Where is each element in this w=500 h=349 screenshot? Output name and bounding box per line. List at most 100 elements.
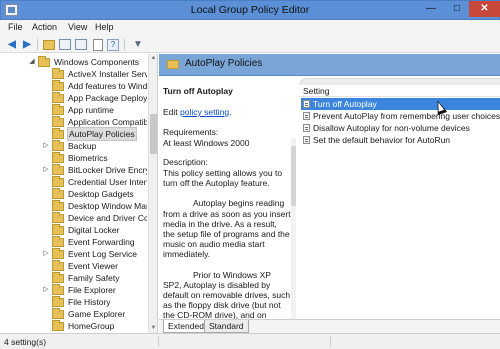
- tree-item[interactable]: Application Compatibi: [0, 116, 148, 128]
- folder-icon: [52, 188, 64, 199]
- help-icon[interactable]: ?: [107, 39, 119, 51]
- menu-file[interactable]: File: [8, 22, 23, 32]
- setting-row[interactable]: Prevent AutoPlay from remembering user c…: [301, 110, 500, 122]
- tree-item[interactable]: ▷ Event Log Service: [0, 248, 148, 260]
- scroll-down-icon[interactable]: ▼: [149, 324, 157, 333]
- tree-item-label: File History: [68, 297, 111, 307]
- menu-bar: File Action View Help: [0, 20, 500, 36]
- folder-icon: [52, 140, 64, 151]
- folder-icon: [52, 80, 64, 91]
- tree-item[interactable]: Event Forwarding: [0, 236, 148, 248]
- tree-item[interactable]: ▷ File Explorer: [0, 284, 148, 296]
- menu-action[interactable]: Action: [32, 22, 57, 32]
- expand-arrow-icon[interactable]: ▷: [42, 249, 50, 257]
- maximize-button[interactable]: □: [445, 1, 469, 17]
- description-paragraph: Prior to Windows XP SP2, Autoplay is dis…: [163, 269, 291, 319]
- edit-policy-row: Edit policy setting.: [163, 107, 232, 117]
- filter-icon[interactable]: ▼: [131, 38, 145, 51]
- tree-item-label: App Package Deployme: [68, 93, 147, 103]
- description-scroll-thumb[interactable]: [291, 146, 296, 206]
- expand-arrow-icon[interactable]: ▷: [42, 165, 50, 173]
- tree-scrollbar[interactable]: ▲ ▼: [148, 54, 157, 333]
- tree-item[interactable]: Game Explorer: [0, 308, 148, 320]
- tree-item[interactable]: ◢ Windows Components: [0, 56, 148, 68]
- expand-arrow-icon[interactable]: ▷: [42, 285, 50, 293]
- tree-item[interactable]: Family Safety: [0, 272, 148, 284]
- tree-item[interactable]: App runtime: [0, 104, 148, 116]
- description-paragraph: This policy setting allows you to turn o…: [163, 168, 283, 189]
- tree-item-label: AutoPlay Policies: [67, 127, 137, 141]
- tree-item[interactable]: AutoPlay Policies: [0, 127, 148, 141]
- status-text: 4 setting(s): [4, 337, 47, 347]
- folder-icon: [52, 152, 64, 163]
- tree-item[interactable]: ▷ BitLocker Drive Encryp: [0, 164, 148, 176]
- menu-help[interactable]: Help: [95, 22, 114, 32]
- tree-item-label: Backup: [68, 141, 97, 151]
- folder-icon: [52, 284, 64, 295]
- requirements-value: At least Windows 2000: [163, 138, 250, 148]
- tree-item-label: ActiveX Installer Servi: [68, 69, 147, 79]
- tree-scroll-thumb[interactable]: [150, 114, 157, 154]
- policy-setting-icon: [303, 124, 310, 132]
- tree-item[interactable]: ▷ Backup: [0, 140, 148, 152]
- tree-item-label: Device and Driver Con: [68, 213, 147, 223]
- tree-item[interactable]: Biometrics: [0, 152, 148, 164]
- up-folder-icon[interactable]: [43, 40, 55, 50]
- properties-icon[interactable]: [93, 39, 103, 51]
- tree-item-label: Credential User Interfa: [68, 177, 147, 187]
- tree-item[interactable]: App Package Deployme: [0, 92, 148, 104]
- tree-item-label: Game Explorer: [68, 309, 126, 319]
- folder-icon: [52, 224, 64, 235]
- forward-arrow-icon[interactable]: ▶: [20, 38, 34, 51]
- details-title: AutoPlay Policies: [185, 58, 263, 69]
- show-hide-tree-icon[interactable]: [59, 39, 71, 50]
- tree-item[interactable]: ActiveX Installer Servi: [0, 68, 148, 80]
- tree-item-label: Application Compatibi: [68, 117, 147, 127]
- tree-item[interactable]: HomeGroup: [0, 320, 148, 332]
- tree-item-label: Add features to Windo: [68, 81, 147, 91]
- folder-icon: [52, 128, 64, 139]
- status-separator: [330, 336, 331, 347]
- tree-item-label: BitLocker Drive Encryp: [68, 165, 147, 175]
- export-list-icon[interactable]: [75, 39, 87, 50]
- tree-item[interactable]: File History: [0, 296, 148, 308]
- description-scrollbar[interactable]: [291, 138, 296, 319]
- tab-standard[interactable]: Standard: [204, 320, 249, 333]
- menu-view[interactable]: View: [68, 22, 87, 32]
- folder-icon: [52, 236, 64, 247]
- tree-item-label: App runtime: [68, 105, 114, 115]
- tree-item[interactable]: Add features to Windo: [0, 80, 148, 92]
- tree-item-label: Digital Locker: [68, 225, 120, 235]
- tree-item[interactable]: Desktop Window Mana: [0, 200, 148, 212]
- column-header-setting[interactable]: Setting: [299, 85, 500, 97]
- scroll-up-icon[interactable]: ▲: [149, 54, 157, 63]
- tree-item[interactable]: Credential User Interfa: [0, 176, 148, 188]
- toolbar: ◀ ▶ ? ▼: [0, 36, 500, 53]
- minimize-button[interactable]: —: [419, 1, 443, 17]
- status-separator: [158, 336, 159, 347]
- settings-list: Setting Turn off Autoplay Prevent AutoPla…: [299, 76, 500, 319]
- tree-item-label: Biometrics: [68, 153, 108, 163]
- setting-row[interactable]: Set the default behavior for AutoRun: [301, 134, 500, 146]
- tree-item-label: HomeGroup: [68, 321, 115, 331]
- expand-arrow-icon[interactable]: ◢: [28, 57, 36, 65]
- tree-item[interactable]: Event Viewer: [0, 260, 148, 272]
- policy-setting-icon: [303, 112, 310, 120]
- setting-label: Turn off Autoplay: [313, 99, 377, 109]
- setting-label: Set the default behavior for AutoRun: [313, 135, 451, 145]
- tree-item[interactable]: Device and Driver Con: [0, 212, 148, 224]
- close-button[interactable]: ✕: [469, 1, 500, 17]
- description-pane: Turn off Autoplay Edit policy setting. R…: [159, 76, 299, 319]
- setting-row[interactable]: Disallow Autoplay for non-volume devices: [301, 122, 500, 134]
- tree-item[interactable]: Digital Locker: [0, 224, 148, 236]
- policy-setting-icon: [303, 136, 310, 144]
- expand-arrow-icon[interactable]: ▷: [42, 141, 50, 149]
- tab-extended[interactable]: Extended: [163, 320, 209, 333]
- requirements-label: Requirements:: [163, 127, 219, 137]
- edit-policy-link[interactable]: policy setting: [180, 107, 229, 117]
- folder-icon: [52, 176, 64, 187]
- back-arrow-icon[interactable]: ◀: [5, 38, 19, 51]
- setting-row[interactable]: Turn off Autoplay: [301, 98, 500, 110]
- folder-icon: [52, 248, 64, 259]
- tree-item[interactable]: Desktop Gadgets: [0, 188, 148, 200]
